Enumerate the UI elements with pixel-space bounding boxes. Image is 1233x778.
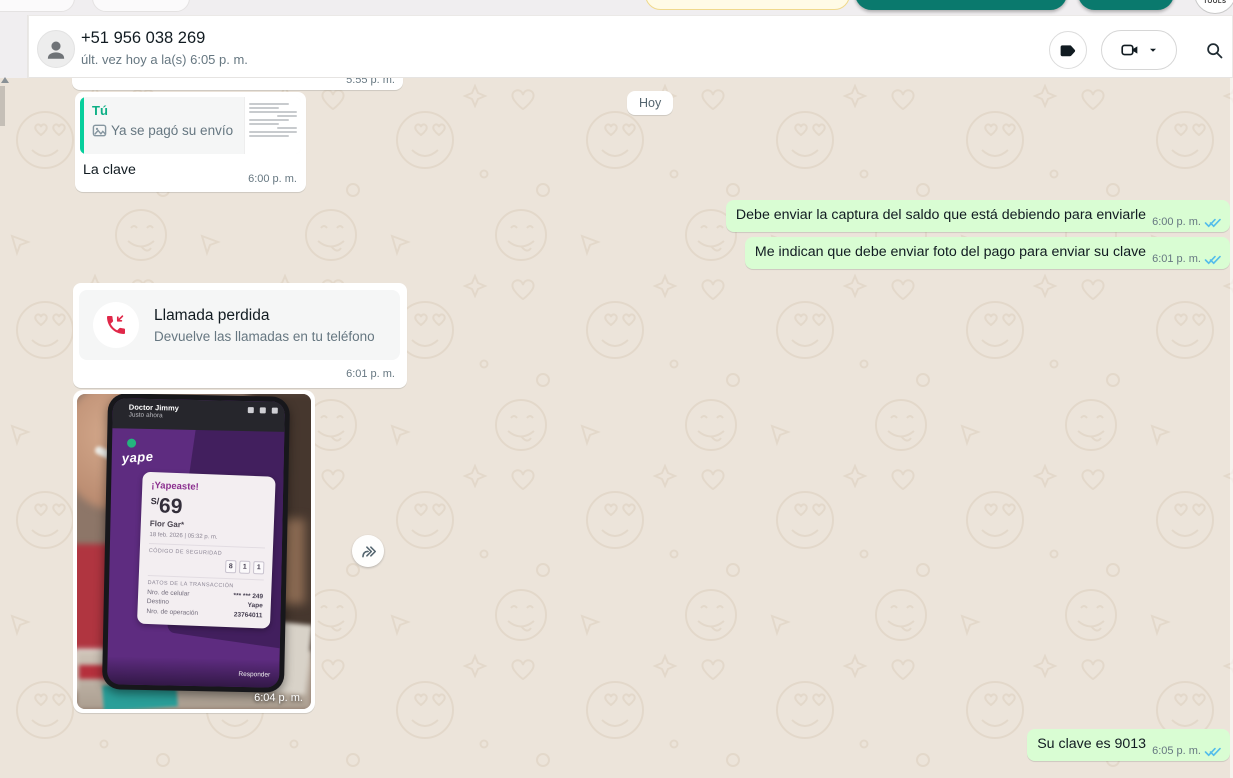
missed-call-subtitle: Devuelve las llamadas en tu teléfono xyxy=(154,329,375,344)
receipt-amount: S/69 xyxy=(150,494,267,522)
browser-top-strip: TOOLS xyxy=(0,0,1233,15)
previous-message-peek: 5:55 p. m. xyxy=(72,78,403,90)
message-text: La clave xyxy=(83,162,136,178)
teal-pill-button-2[interactable] xyxy=(1078,0,1174,10)
date-divider: Hoy xyxy=(627,91,673,115)
tools-badge-label: TOOLS xyxy=(1195,0,1233,5)
notification-reply-label: Responder xyxy=(238,671,270,679)
search-icon xyxy=(1204,40,1225,61)
yape-green-dot xyxy=(127,439,136,448)
conversation-panel: 5:55 p. m. Tú Ya se pagó su envío xyxy=(0,78,1233,778)
receipt-title: ¡Yapeaste! xyxy=(151,480,267,495)
forward-button[interactable] xyxy=(352,535,384,567)
missed-call-card: Llamada perdida Devuelve las llamadas en… xyxy=(79,290,400,360)
search-button[interactable] xyxy=(1197,34,1231,66)
quoted-message[interactable]: Tú Ya se pagó su envío xyxy=(80,97,301,154)
label-button[interactable] xyxy=(1049,31,1087,69)
transaction-row: Nro. de operación 23764011 xyxy=(146,607,262,618)
whatsapp-window: TOOLS +51 956 038 269 últ. vez hoy a la(… xyxy=(0,0,1233,778)
avatar[interactable] xyxy=(37,30,75,68)
message-time: 6:05 p. m. xyxy=(1152,745,1201,757)
row-value: 23764011 xyxy=(234,611,263,619)
row-value: *** *** 249 xyxy=(233,592,263,600)
outgoing-message-bubble: Me indican que debe enviar foto del pago… xyxy=(745,237,1230,269)
browser-tab-stub-2[interactable] xyxy=(92,0,190,12)
yape-receipt-card: ¡Yapeaste! S/69 Flor Gar* 18 feb. 2026 |… xyxy=(137,472,276,629)
video-call-button[interactable] xyxy=(1101,30,1177,70)
read-check-icon xyxy=(1204,254,1221,265)
label-tag-icon xyxy=(1058,40,1079,61)
tools-badge[interactable]: TOOLS xyxy=(1194,0,1233,14)
security-digit: 1 xyxy=(253,561,264,574)
photo-message-time: 6:04 p. m. xyxy=(254,692,303,704)
security-digit: 1 xyxy=(239,560,250,573)
message-time: 6:00 p. m. xyxy=(1152,216,1201,228)
row-label: Destino xyxy=(147,598,169,606)
left-scrollbar-thumb[interactable] xyxy=(0,86,5,126)
security-digit: 8 xyxy=(225,560,236,573)
message-text: Me indican que debe enviar foto del pago… xyxy=(755,243,1146,262)
message-time: 6:00 p. m. xyxy=(248,173,297,185)
phone-notification: Doctor Jimmy Justo ahora xyxy=(112,398,285,432)
message-text: Su clave es 9013 xyxy=(1037,735,1146,754)
date-divider-label: Hoy xyxy=(639,96,661,110)
notification-icons xyxy=(248,407,278,414)
photo-message-bubble: Doctor Jimmy Justo ahora yape ¡Yapeaste! xyxy=(73,390,315,713)
scrollbar-up-arrow[interactable] xyxy=(1,77,9,83)
missed-call-icon-circle xyxy=(93,302,139,348)
chevron-down-icon xyxy=(1147,44,1159,56)
amount: 69 xyxy=(159,494,183,518)
missed-call-message: Llamada perdida Devuelve las llamadas en… xyxy=(73,283,407,388)
quote-text: Ya se pagó su envío xyxy=(111,123,233,138)
message-text: Debe enviar la captura del saldo que est… xyxy=(736,206,1146,225)
quote-author: Tú xyxy=(92,103,236,118)
photo-icon xyxy=(92,123,107,138)
missed-call-icon xyxy=(104,313,128,337)
outgoing-message-bubble: Debe enviar la captura del saldo que est… xyxy=(726,200,1230,232)
video-camera-icon xyxy=(1119,39,1141,61)
forward-icon xyxy=(359,542,378,561)
yape-screen: Doctor Jimmy Justo ahora yape ¡Yapeaste! xyxy=(107,398,285,688)
person-icon xyxy=(43,36,69,62)
message-time: 6:01 p. m. xyxy=(1152,253,1201,265)
left-panel-edge xyxy=(0,15,28,78)
photo-image[interactable]: Doctor Jimmy Justo ahora yape ¡Yapeaste! xyxy=(77,394,311,709)
teal-pill-button-1[interactable] xyxy=(855,0,1067,10)
contact-last-seen: últ. vez hoy a la(s) 6:05 p. m. xyxy=(81,52,248,67)
incoming-message-bubble: Tú Ya se pagó su envío xyxy=(75,92,306,192)
read-check-icon xyxy=(1204,746,1221,757)
chat-header: +51 956 038 269 últ. vez hoy a la(s) 6:0… xyxy=(28,15,1233,78)
outgoing-message-bubble: Su clave es 9013 6:05 p. m. xyxy=(1027,729,1230,761)
security-digits: 8 1 1 xyxy=(148,557,264,574)
yellow-pill-button[interactable] xyxy=(645,0,850,10)
receipt-datetime: 18 feb. 2026 | 05:32 p. m. xyxy=(149,532,265,548)
missed-call-title: Llamada perdida xyxy=(154,307,375,325)
previous-message-time: 5:55 p. m. xyxy=(346,78,395,86)
read-check-icon xyxy=(1204,217,1221,228)
contact-name[interactable]: +51 956 038 269 xyxy=(81,29,205,48)
row-label: Nro. de operación xyxy=(146,607,198,616)
photographed-phone: Doctor Jimmy Justo ahora yape ¡Yapeaste! xyxy=(102,394,290,693)
browser-tab-stub-1[interactable] xyxy=(0,0,75,12)
quote-thumbnail xyxy=(244,97,301,154)
yape-logo: yape xyxy=(121,449,154,466)
transaction-label: Datos de la transacción xyxy=(147,575,263,590)
row-value: Yape xyxy=(247,602,262,610)
message-time: 6:01 p. m. xyxy=(346,368,395,380)
row-label: Nro. de celular xyxy=(147,588,190,597)
